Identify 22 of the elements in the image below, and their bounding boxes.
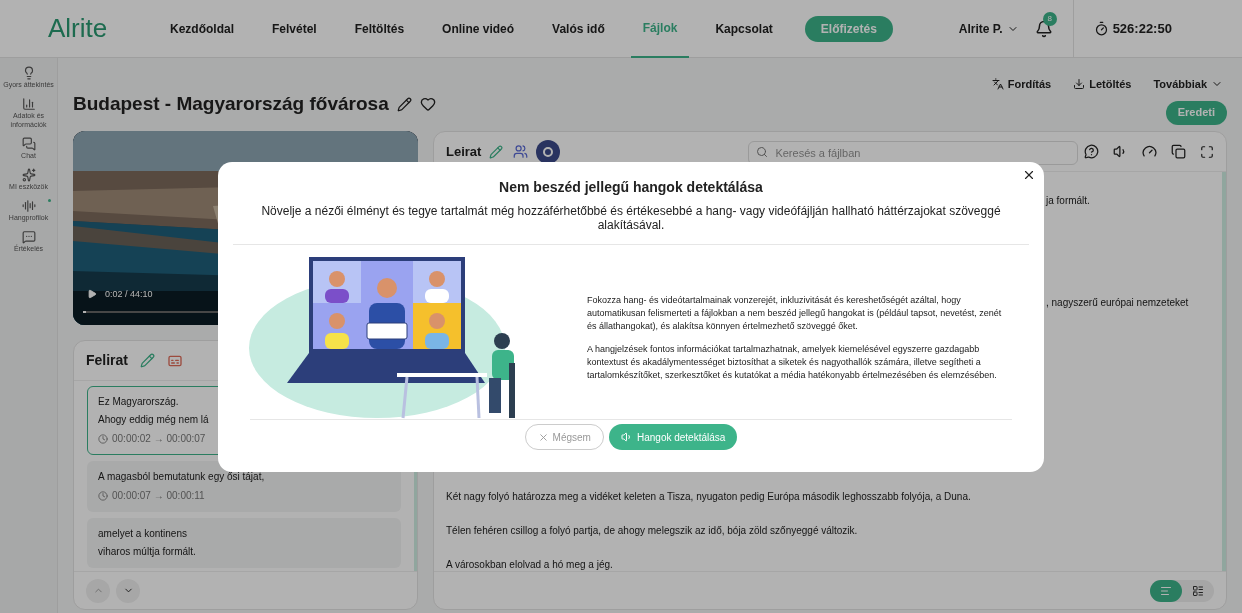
- modal-subtitle: Növelje a nézői élményt és tegye tartalmát még hozzáférhetőbbé és értékesebbé a hang- vagy videófájlján hallható háttérzajokat szöveggé alakításával.: [260, 204, 1002, 232]
- panel-title: Felirat: [86, 351, 128, 370]
- video-time: 0:02 / 44:10: [105, 287, 153, 301]
- subtitle-text: Ahogy eddig még nem lá: [98, 413, 210, 427]
- timer-text: 526:22:50: [1112, 19, 1172, 38]
- transcript-paragraph: A városokban elolvad a hó meg a jég.: [446, 558, 613, 571]
- transcript-paragraph: Télen fehéren csillog a folyó partja, de ahogy melegszik az idő, bója zöld szőnyeggé változik.: [446, 524, 858, 538]
- subtitle-time: 00:00:02 → 00:00:07: [112, 432, 206, 446]
- subtitle-text: viharos múltja formált.: [98, 545, 197, 559]
- transcript-paragraph: ja formált.: [1046, 194, 1090, 208]
- subtitle-text: A magasból bemutatunk egy ősi tájat,: [98, 470, 266, 484]
- subtitle-time: 00:00:07 → 00:00:11: [112, 489, 205, 503]
- modal-paragraph: A hangjelzések fontos információkat tartalmazhatnak, amelyek kiemelésével egyszerre gazdagabb kontextust és akadálymentességet biztosíthat a siketek és nagyothallók számára, illetve segítheti a tartalomkészítőket, szerkesztőket és kutatókat a média hatékonyabb értelmezésében és elemzésében.: [587, 343, 998, 382]
- modal-paragraph: Fokozza hang- és videótartalmainak vonzerejét, inkluzivitását és kereshetőségét azáltal, hogy automatikusan felismerteti a fájlokban a nem beszéd jellegű hangokat is (például tapsot, nevetést, zenét és állathangokat), és alakítsa könnyen értelmezhető szöveggé őket.: [587, 294, 1003, 333]
- transcript-paragraph: Két nagy folyó határozza meg a vidéket keleten a Tisza, nyugaton pedig Európa második leghosszabb folyója, a Duna.: [446, 490, 971, 504]
- modal-title: Nem beszéd jellegű hangok detektálása: [499, 178, 763, 197]
- notification-count: 8: [1042, 11, 1057, 26]
- subtitle-text: amelyet a kontinens: [98, 527, 188, 541]
- file-title: Budapest - Magyarország fővárosa: [73, 92, 389, 116]
- transcript-paragraph: , nagyszerű európai nemzeteket: [1046, 296, 1189, 310]
- subtitle-text: Ez Magyarország.: [98, 395, 180, 409]
- panel-title: Leirat: [446, 142, 482, 161]
